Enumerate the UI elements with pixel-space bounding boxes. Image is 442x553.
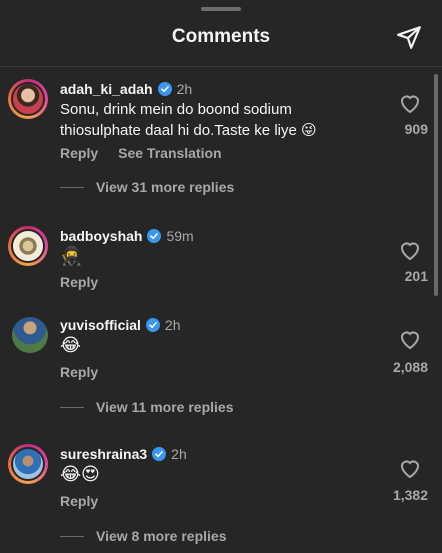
like-count: 201: [404, 268, 428, 284]
comment-timestamp: 2h: [176, 81, 193, 97]
view-replies-label: View 8 more replies: [96, 528, 227, 544]
reply-button[interactable]: Reply: [60, 364, 98, 380]
replies-divider-line: [60, 406, 84, 408]
avatar-story-ring[interactable]: [8, 79, 48, 119]
username[interactable]: yuvisofficial: [60, 317, 141, 333]
reply-button[interactable]: Reply: [60, 493, 98, 509]
verified-badge-icon: [147, 229, 162, 243]
comment-text: 😂😍: [60, 464, 100, 485]
username[interactable]: badboyshah: [60, 228, 142, 244]
view-replies-button[interactable]: View 11 more replies: [60, 399, 234, 415]
comment-timestamp: 2h: [171, 446, 187, 462]
replies-divider-line: [60, 535, 84, 537]
avatar-story-ring[interactable]: [8, 444, 48, 484]
view-replies-label: View 11 more replies: [96, 399, 234, 415]
view-replies-label: View 31 more replies: [96, 179, 235, 195]
reply-button[interactable]: Reply: [60, 145, 98, 161]
scrollbar[interactable]: [434, 74, 438, 296]
comment-text-line: thiosulphate daal hi do.Taste ke liye 😜: [60, 122, 317, 139]
avatar: [11, 447, 45, 481]
drag-handle[interactable]: [201, 7, 241, 11]
heart-icon[interactable]: [398, 92, 422, 114]
view-replies-button[interactable]: View 31 more replies: [60, 179, 234, 195]
avatar-story-ring[interactable]: [8, 226, 48, 266]
replies-divider-line: [60, 186, 84, 188]
page-title: Comments: [171, 26, 271, 47]
verified-badge-icon: [145, 318, 160, 332]
heart-icon[interactable]: [398, 457, 422, 479]
username[interactable]: sureshraina3: [60, 446, 147, 462]
verified-badge-icon: [157, 82, 172, 96]
view-replies-button[interactable]: View 8 more replies: [60, 528, 226, 544]
like-count: 909: [404, 121, 428, 137]
avatar: [11, 82, 45, 116]
heart-icon[interactable]: [398, 328, 422, 350]
send-icon[interactable]: [396, 24, 422, 50]
header-divider: [0, 66, 442, 67]
like-count: 1,382: [392, 487, 428, 503]
heart-icon[interactable]: [398, 239, 422, 261]
like-count: 2,088: [392, 359, 428, 375]
comment-text: 🥷: [60, 246, 83, 267]
comment-timestamp: 2h: [164, 317, 181, 333]
comment-text: Sonu, drink mein do boond sodium thiosul…: [60, 99, 360, 141]
avatar: [11, 229, 45, 263]
comment-text-line: Sonu, drink mein do boond sodium: [60, 101, 292, 118]
reply-button[interactable]: Reply: [60, 274, 98, 290]
comment-timestamp: 59m: [166, 228, 194, 244]
username[interactable]: adah_ki_adah: [60, 81, 153, 97]
verified-badge-icon: [152, 447, 167, 461]
comment-text: 😂: [60, 335, 82, 356]
avatar[interactable]: [12, 317, 48, 353]
see-translation-button[interactable]: See Translation: [118, 145, 221, 161]
